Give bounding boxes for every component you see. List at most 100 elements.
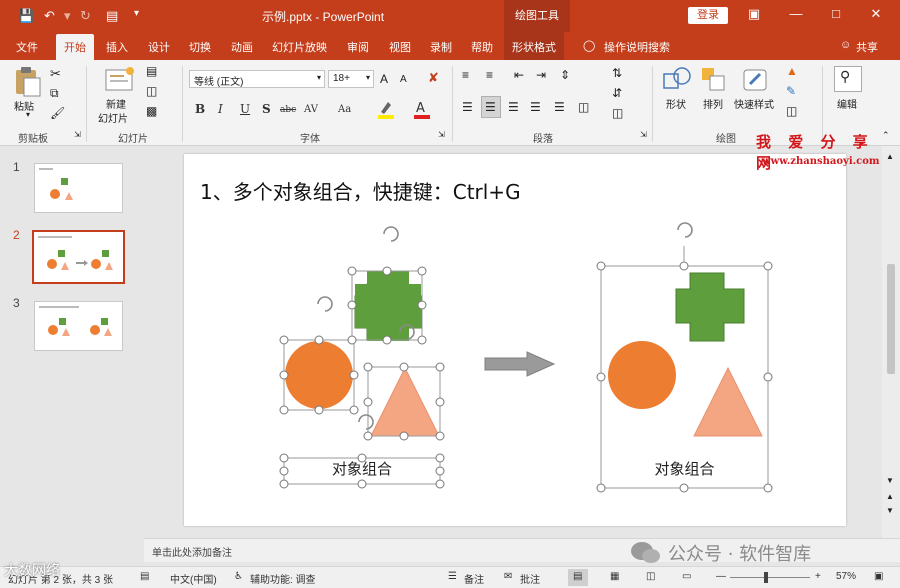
- shape-fill-icon[interactable]: ▲: [786, 64, 798, 78]
- slide[interactable]: 1、多个对象组合，快捷键：Ctrl+G 对象组合 对象组合: [184, 154, 846, 526]
- slide-thumbnail-2[interactable]: [32, 230, 125, 284]
- tab-design[interactable]: 设计: [148, 39, 170, 55]
- tell-me-search[interactable]: 操作说明搜索: [604, 39, 670, 55]
- align-right-icon[interactable]: ☰: [508, 100, 519, 114]
- format-painter-icon[interactable]: 🖌: [50, 106, 65, 120]
- scroll-down-icon[interactable]: ▼: [886, 476, 894, 485]
- shadow-button[interactable]: S: [262, 102, 271, 116]
- undo-dropdown-icon[interactable]: ▾: [64, 8, 71, 24]
- tab-view[interactable]: 视图: [389, 39, 411, 55]
- italic-button[interactable]: I: [218, 102, 223, 116]
- new-slide-label-1[interactable]: 新建: [106, 96, 126, 111]
- clipboard-launcher-icon[interactable]: ⇲: [74, 130, 81, 139]
- notes-placeholder[interactable]: 单击此处添加备注: [152, 544, 232, 559]
- columns-icon[interactable]: ◫: [578, 100, 589, 114]
- text-direction-icon[interactable]: ⇅: [612, 66, 622, 80]
- grow-font-button[interactable]: A: [380, 72, 388, 86]
- notes-toggle-icon[interactable]: ☰: [448, 571, 457, 582]
- reset-icon[interactable]: ◫: [146, 84, 157, 98]
- right-arrow-shape[interactable]: [484, 351, 556, 377]
- tab-animations[interactable]: 动画: [231, 39, 253, 55]
- close-button[interactable]: ✕: [866, 6, 886, 22]
- shapes-label[interactable]: 形状: [666, 96, 686, 111]
- decrease-indent-icon[interactable]: ⇤: [514, 68, 524, 82]
- distributed-icon[interactable]: ☰: [554, 100, 565, 114]
- tab-review[interactable]: 审阅: [347, 39, 369, 55]
- comments-toggle[interactable]: 批注: [520, 571, 540, 586]
- increase-indent-icon[interactable]: ⇥: [536, 68, 546, 82]
- underline-button[interactable]: U: [240, 102, 250, 116]
- spellcheck-icon[interactable]: ▤: [140, 571, 149, 582]
- salmon-triangle-shape-grouped[interactable]: [693, 366, 763, 437]
- strikethrough-button[interactable]: abc: [280, 105, 296, 115]
- paste-dropdown-icon[interactable]: ▾: [26, 110, 30, 119]
- shrink-font-button[interactable]: A: [400, 74, 407, 85]
- new-slide-icon[interactable]: [104, 66, 136, 94]
- minimize-button[interactable]: —: [786, 6, 806, 21]
- left-group-label[interactable]: 对象组合: [284, 458, 440, 479]
- share-icon[interactable]: ☺: [840, 39, 851, 51]
- undo-icon[interactable]: ↶: [44, 8, 55, 24]
- accessibility-icon[interactable]: ♿: [234, 571, 243, 582]
- vertical-scrollbar[interactable]: ▲ ▼ ▲ ▼: [882, 146, 900, 538]
- tab-file[interactable]: 文件: [16, 39, 38, 55]
- highlight-icon[interactable]: [376, 98, 396, 120]
- line-spacing-icon[interactable]: ⇕: [560, 68, 570, 82]
- cut-icon[interactable]: ✂: [50, 66, 61, 82]
- layout-icon[interactable]: ▤: [146, 64, 157, 78]
- fit-to-window-icon[interactable]: ▣: [874, 571, 883, 582]
- tab-transitions[interactable]: 切换: [189, 39, 211, 55]
- redo-icon[interactable]: ↻: [80, 8, 91, 24]
- zoom-level[interactable]: 57%: [836, 571, 856, 582]
- paragraph-launcher-icon[interactable]: ⇲: [640, 130, 647, 139]
- clear-format-icon[interactable]: ✘: [428, 70, 439, 86]
- tab-home[interactable]: 开始: [56, 34, 94, 60]
- save-icon[interactable]: 💾: [18, 8, 34, 24]
- numbering-icon[interactable]: ≡: [486, 68, 493, 82]
- smartart-icon[interactable]: ◫: [612, 106, 623, 120]
- bullets-icon[interactable]: ≡: [462, 68, 469, 82]
- tab-help[interactable]: 帮助: [471, 39, 493, 55]
- green-cross-shape[interactable]: [354, 271, 422, 341]
- shape-effects-icon[interactable]: ◫: [786, 104, 797, 118]
- zoom-out-button[interactable]: —: [716, 571, 726, 582]
- tab-shape-format[interactable]: 形状格式: [504, 32, 564, 60]
- tab-record[interactable]: 录制: [430, 39, 452, 55]
- justify-icon[interactable]: ☰: [530, 100, 541, 114]
- section-icon[interactable]: ▩: [146, 104, 157, 118]
- notes-toggle[interactable]: 备注: [464, 571, 484, 586]
- salmon-triangle-shape[interactable]: [370, 366, 440, 437]
- font-launcher-icon[interactable]: ⇲: [438, 130, 445, 139]
- char-spacing-button[interactable]: AV: [304, 104, 318, 115]
- share-button[interactable]: 共享: [856, 39, 878, 55]
- font-size-combo[interactable]: 18+ ▾: [328, 70, 374, 88]
- slide-thumbnail-1[interactable]: [34, 163, 123, 213]
- ribbon-display-icon[interactable]: ▣: [744, 6, 764, 22]
- green-cross-shape-grouped[interactable]: [675, 272, 745, 342]
- arrange-icon[interactable]: [700, 66, 728, 94]
- normal-view-icon[interactable]: ▤: [573, 571, 582, 582]
- reading-view-icon[interactable]: ◫: [646, 571, 655, 582]
- align-center-icon[interactable]: ☰: [485, 100, 496, 114]
- tab-insert[interactable]: 插入: [106, 39, 128, 55]
- slideshow-view-icon[interactable]: ▭: [682, 571, 691, 582]
- align-left-icon[interactable]: ☰: [462, 100, 473, 114]
- language-status[interactable]: 中文(中国): [170, 571, 217, 586]
- scroll-thumb[interactable]: [887, 264, 895, 374]
- orange-circle-shape[interactable]: [285, 341, 353, 409]
- next-slide-icon[interactable]: ▼: [886, 506, 894, 515]
- prev-slide-icon[interactable]: ▲: [886, 492, 894, 501]
- edit-label[interactable]: 编辑: [837, 96, 857, 111]
- zoom-slider-track[interactable]: [730, 577, 810, 578]
- slide-thumbnail-3[interactable]: [34, 301, 123, 351]
- zoom-in-button[interactable]: +: [815, 571, 821, 582]
- present-icon[interactable]: ▤: [106, 8, 118, 24]
- new-slide-label-2[interactable]: 幻灯片: [98, 110, 128, 125]
- shapes-icon[interactable]: [662, 66, 692, 94]
- font-name-combo[interactable]: 等线 (正文) ▾: [189, 70, 325, 88]
- shape-outline-icon[interactable]: ✎: [786, 84, 796, 98]
- orange-circle-shape-grouped[interactable]: [608, 341, 676, 409]
- font-color-icon[interactable]: A: [412, 98, 432, 120]
- zoom-slider-thumb[interactable]: [764, 572, 768, 583]
- quick-styles-label[interactable]: 快速样式: [734, 96, 774, 111]
